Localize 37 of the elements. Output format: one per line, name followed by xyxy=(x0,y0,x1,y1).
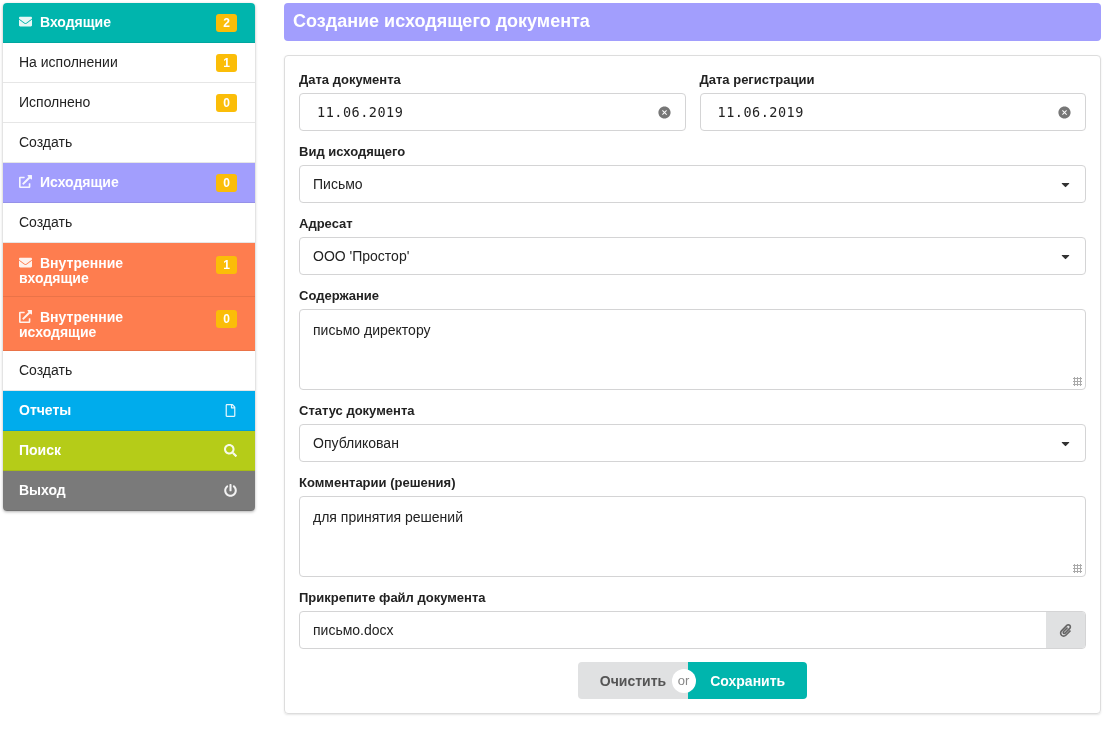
envelope-icon xyxy=(19,256,32,269)
search-icon xyxy=(224,444,237,457)
count-badge: 1 xyxy=(216,256,237,274)
select-field[interactable]: Опубликован xyxy=(299,424,1086,462)
file-icon xyxy=(224,404,237,417)
count-badge: 0 xyxy=(216,173,237,192)
text-area[interactable]: для принятия решений xyxy=(299,496,1086,577)
select-field[interactable]: ООО 'Простор' xyxy=(299,237,1086,275)
date-field[interactable]: 11.06.2019 xyxy=(299,93,686,131)
sidebar-item[interactable]: Исполнено 0 xyxy=(3,83,255,123)
field-label: Прикрепите файл документа xyxy=(299,590,487,605)
sidebar-action[interactable]: Выход xyxy=(3,471,255,511)
count-badge: 2 xyxy=(216,13,237,32)
envelope-icon xyxy=(19,15,32,28)
field-label: Адресат xyxy=(299,216,354,231)
select-field[interactable]: Письмо xyxy=(299,165,1086,203)
field-label: Дата регистрации xyxy=(699,72,816,87)
count-badge: 0 xyxy=(216,93,237,112)
sidebar-item[interactable]: Создать xyxy=(3,123,255,163)
external-link-icon xyxy=(19,175,32,188)
clear-icon[interactable] xyxy=(656,104,672,120)
sidebar-item[interactable]: Создать xyxy=(3,351,255,391)
field-label: Статус документа xyxy=(299,403,416,418)
count-badge: 1 xyxy=(216,53,237,72)
sidebar-item[interactable]: Создать xyxy=(3,203,255,243)
external-link-icon xyxy=(19,310,32,323)
power-icon xyxy=(224,484,237,497)
field-label: Комментарии (решения) xyxy=(299,475,457,490)
field-label: Содержание xyxy=(299,288,381,303)
field-label: Дата документа xyxy=(299,72,402,87)
text-area[interactable]: письмо директору xyxy=(299,309,1086,390)
clear-icon[interactable] xyxy=(1057,104,1072,120)
sidebar-item[interactable]: На исполнении 1 xyxy=(3,43,255,83)
date-field[interactable]: 11.06.2019 xyxy=(699,93,1086,131)
page-title: Создание исходящего документа xyxy=(284,3,1101,41)
count-badge: 0 xyxy=(216,310,237,328)
field-label: Вид исходящего xyxy=(299,144,407,159)
